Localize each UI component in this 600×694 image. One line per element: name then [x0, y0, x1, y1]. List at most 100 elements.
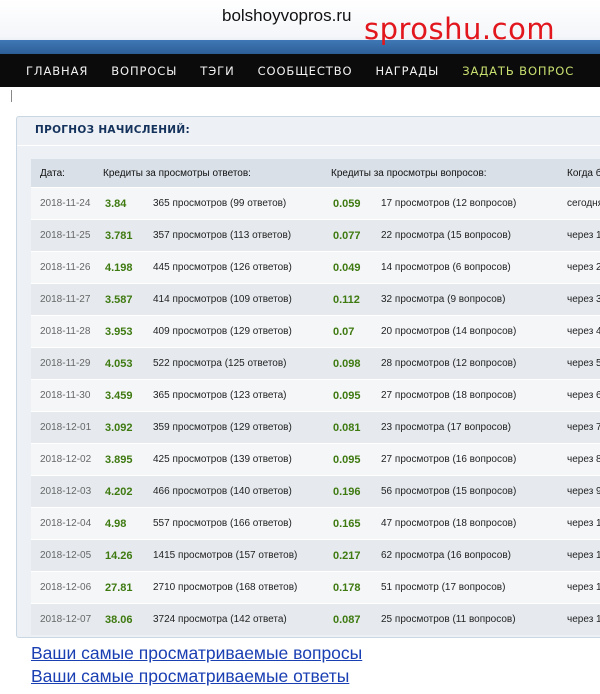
cell-when: через 7: [549, 411, 600, 444]
cell-when: через 1: [549, 571, 600, 604]
cell-answers-views: 409 просмотров (129 ответов): [153, 315, 331, 348]
cell-answers-views: 359 просмотров (129 ответов): [153, 411, 331, 444]
nav-awards[interactable]: НАГРАДЫ: [375, 64, 439, 78]
cell-answers-views: 365 просмотров (99 ответов): [153, 187, 331, 220]
divider: [17, 145, 600, 146]
cell-when: через 2: [549, 251, 600, 284]
cell-answers-views: 357 просмотров (113 ответов): [153, 219, 331, 252]
nav-home[interactable]: ГЛАВНАЯ: [26, 64, 88, 78]
nav-tags[interactable]: ТЭГИ: [200, 64, 234, 78]
forecast-panel: ПРОГНОЗ НАЧИСЛЕНИЙ: Дата: Кредиты за про…: [16, 116, 600, 638]
cell-questions-views: 56 просмотров (15 вопросов): [381, 475, 550, 508]
cell-when: через 1: [549, 219, 600, 252]
cell-answers-credit: 3.895: [103, 443, 153, 476]
cell-answers-credit: 4.053: [103, 347, 153, 380]
cell-answers-credit: 4.98: [103, 507, 153, 540]
cell-questions-views: 51 просмотр (17 вопросов): [381, 571, 550, 604]
cell-date: 2018-11-26: [31, 251, 103, 284]
cell-date: 2018-11-24: [31, 187, 103, 220]
cell-questions-credit: 0.049: [331, 251, 381, 284]
cell-questions-views: 14 просмотров (6 вопросов): [381, 251, 550, 284]
cell-when: через 9: [549, 475, 600, 508]
cell-questions-views: 20 просмотров (14 вопросов): [381, 315, 550, 348]
table-row: 2018-11-30 3.459 365 просмотров (123 ответ…: [31, 379, 600, 412]
table-row: 2018-12-07 38.06 3724 просмотра (142 ответ…: [31, 603, 600, 635]
cell-answers-credit: 3.84: [103, 187, 153, 220]
cell-questions-credit: 0.196: [331, 475, 381, 508]
site-header: bolshoyvopros.ru sproshu.com: [0, 0, 600, 54]
cell-when: через 1: [549, 507, 600, 540]
cell-date: 2018-11-25: [31, 219, 103, 252]
cell-answers-credit: 38.06: [103, 603, 153, 635]
cell-when: через 6: [549, 379, 600, 412]
table-row: 2018-12-03 4.202 466 просмотров (140 ответ…: [31, 475, 600, 508]
column-header-answers-credit: Кредиты за просмотры ответов:: [103, 159, 331, 188]
table-row: 2018-11-27 3.587 414 просмотров (109 ответ…: [31, 283, 600, 316]
cell-when: через 5: [549, 347, 600, 380]
cell-questions-views: 25 просмотров (11 вопросов): [381, 603, 550, 635]
forecast-table-body: 2018-11-24 3.84 365 просмотров (99 ответов…: [31, 187, 600, 635]
cell-date: 2018-12-01: [31, 411, 103, 444]
nav-community[interactable]: СООБЩЕСТВО: [258, 64, 353, 78]
cell-questions-credit: 0.095: [331, 379, 381, 412]
cell-questions-credit: 0.077: [331, 219, 381, 252]
cell-date: 2018-12-06: [31, 571, 103, 604]
cell-answers-credit: 3.781: [103, 219, 153, 252]
cell-questions-views: 27 просмотров (18 вопросов): [381, 379, 550, 412]
cell-answers-views: 425 просмотров (139 ответов): [153, 443, 331, 476]
table-row: 2018-12-06 27.81 2710 просмотров (168 отве…: [31, 571, 600, 604]
cell-questions-views: 17 просмотров (12 вопросов): [381, 187, 550, 220]
table-row: 2018-12-05 14.26 1415 просмотров (157 отве…: [31, 539, 600, 572]
table-row: 2018-12-02 3.895 425 просмотров (139 ответ…: [31, 443, 600, 476]
cell-questions-credit: 0.217: [331, 539, 381, 572]
cell-answers-views: 445 просмотров (126 ответов): [153, 251, 331, 284]
cell-when: через 3: [549, 283, 600, 316]
column-header-when: Когда бу: [549, 159, 600, 188]
nav-questions[interactable]: ВОПРОСЫ: [111, 64, 177, 78]
table-row: 2018-11-25 3.781 357 просмотров (113 ответ…: [31, 219, 600, 252]
cell-answers-views: 466 просмотров (140 ответов): [153, 475, 331, 508]
cell-answers-views: 365 просмотров (123 ответа): [153, 379, 331, 412]
cell-answers-credit: 4.198: [103, 251, 153, 284]
divider: [11, 90, 12, 102]
table-row: 2018-11-24 3.84 365 просмотров (99 ответов…: [31, 187, 600, 220]
cell-questions-credit: 0.059: [331, 187, 381, 220]
main-navigation: ГЛАВНАЯ ВОПРОСЫ ТЭГИ СООБЩЕСТВО НАГРАДЫ …: [0, 54, 600, 87]
cell-date: 2018-12-04: [31, 507, 103, 540]
cell-questions-views: 23 просмотра (17 вопросов): [381, 411, 550, 444]
cell-questions-credit: 0.081: [331, 411, 381, 444]
table-row: 2018-11-28 3.953 409 просмотров (129 ответ…: [31, 315, 600, 348]
cell-answers-credit: 14.26: [103, 539, 153, 572]
column-header-questions-credit: Кредиты за просмотры вопросов:: [331, 159, 550, 188]
nav-ask-question[interactable]: ЗАДАТЬ ВОПРОС: [462, 64, 574, 78]
cell-questions-credit: 0.098: [331, 347, 381, 380]
table-row: 2018-11-26 4.198 445 просмотров (126 ответ…: [31, 251, 600, 284]
forecast-table: Дата: Кредиты за просмотры ответов: Кред…: [31, 159, 600, 635]
cell-date: 2018-11-27: [31, 283, 103, 316]
cell-questions-views: 47 просмотров (18 вопросов): [381, 507, 550, 540]
panel-title: ПРОГНОЗ НАЧИСЛЕНИЙ:: [35, 124, 190, 136]
table-row: 2018-11-29 4.053 522 просмотра (125 ответо…: [31, 347, 600, 380]
cell-when: сегодня: [549, 187, 600, 220]
cell-when: через 1: [549, 539, 600, 572]
top-answers-link[interactable]: Ваши самые просматриваемые ответы: [31, 665, 362, 688]
cell-date: 2018-12-03: [31, 475, 103, 508]
cell-when: через 1: [549, 603, 600, 635]
table-row: 2018-12-01 3.092 359 просмотров (129 ответ…: [31, 411, 600, 444]
cell-date: 2018-12-02: [31, 443, 103, 476]
top-questions-link[interactable]: Ваши самые просматриваемые вопросы: [31, 642, 362, 665]
cell-answers-views: 1415 просмотров (157 ответов): [153, 539, 331, 572]
cell-answers-credit: 3.092: [103, 411, 153, 444]
cell-answers-views: 3724 просмотра (142 ответа): [153, 603, 331, 635]
cell-questions-credit: 0.095: [331, 443, 381, 476]
cell-questions-credit: 0.165: [331, 507, 381, 540]
column-header-date: Дата:: [31, 159, 103, 188]
cell-questions-credit: 0.178: [331, 571, 381, 604]
links-block: Ваши самые просматриваемые вопросы Ваши …: [31, 642, 362, 688]
cell-answers-credit: 3.953: [103, 315, 153, 348]
cell-answers-credit: 3.459: [103, 379, 153, 412]
cell-questions-views: 28 просмотров (12 вопросов): [381, 347, 550, 380]
cell-when: через 4: [549, 315, 600, 348]
table-row: 2018-12-04 4.98 557 просмотров (166 ответо…: [31, 507, 600, 540]
cell-date: 2018-12-07: [31, 603, 103, 635]
